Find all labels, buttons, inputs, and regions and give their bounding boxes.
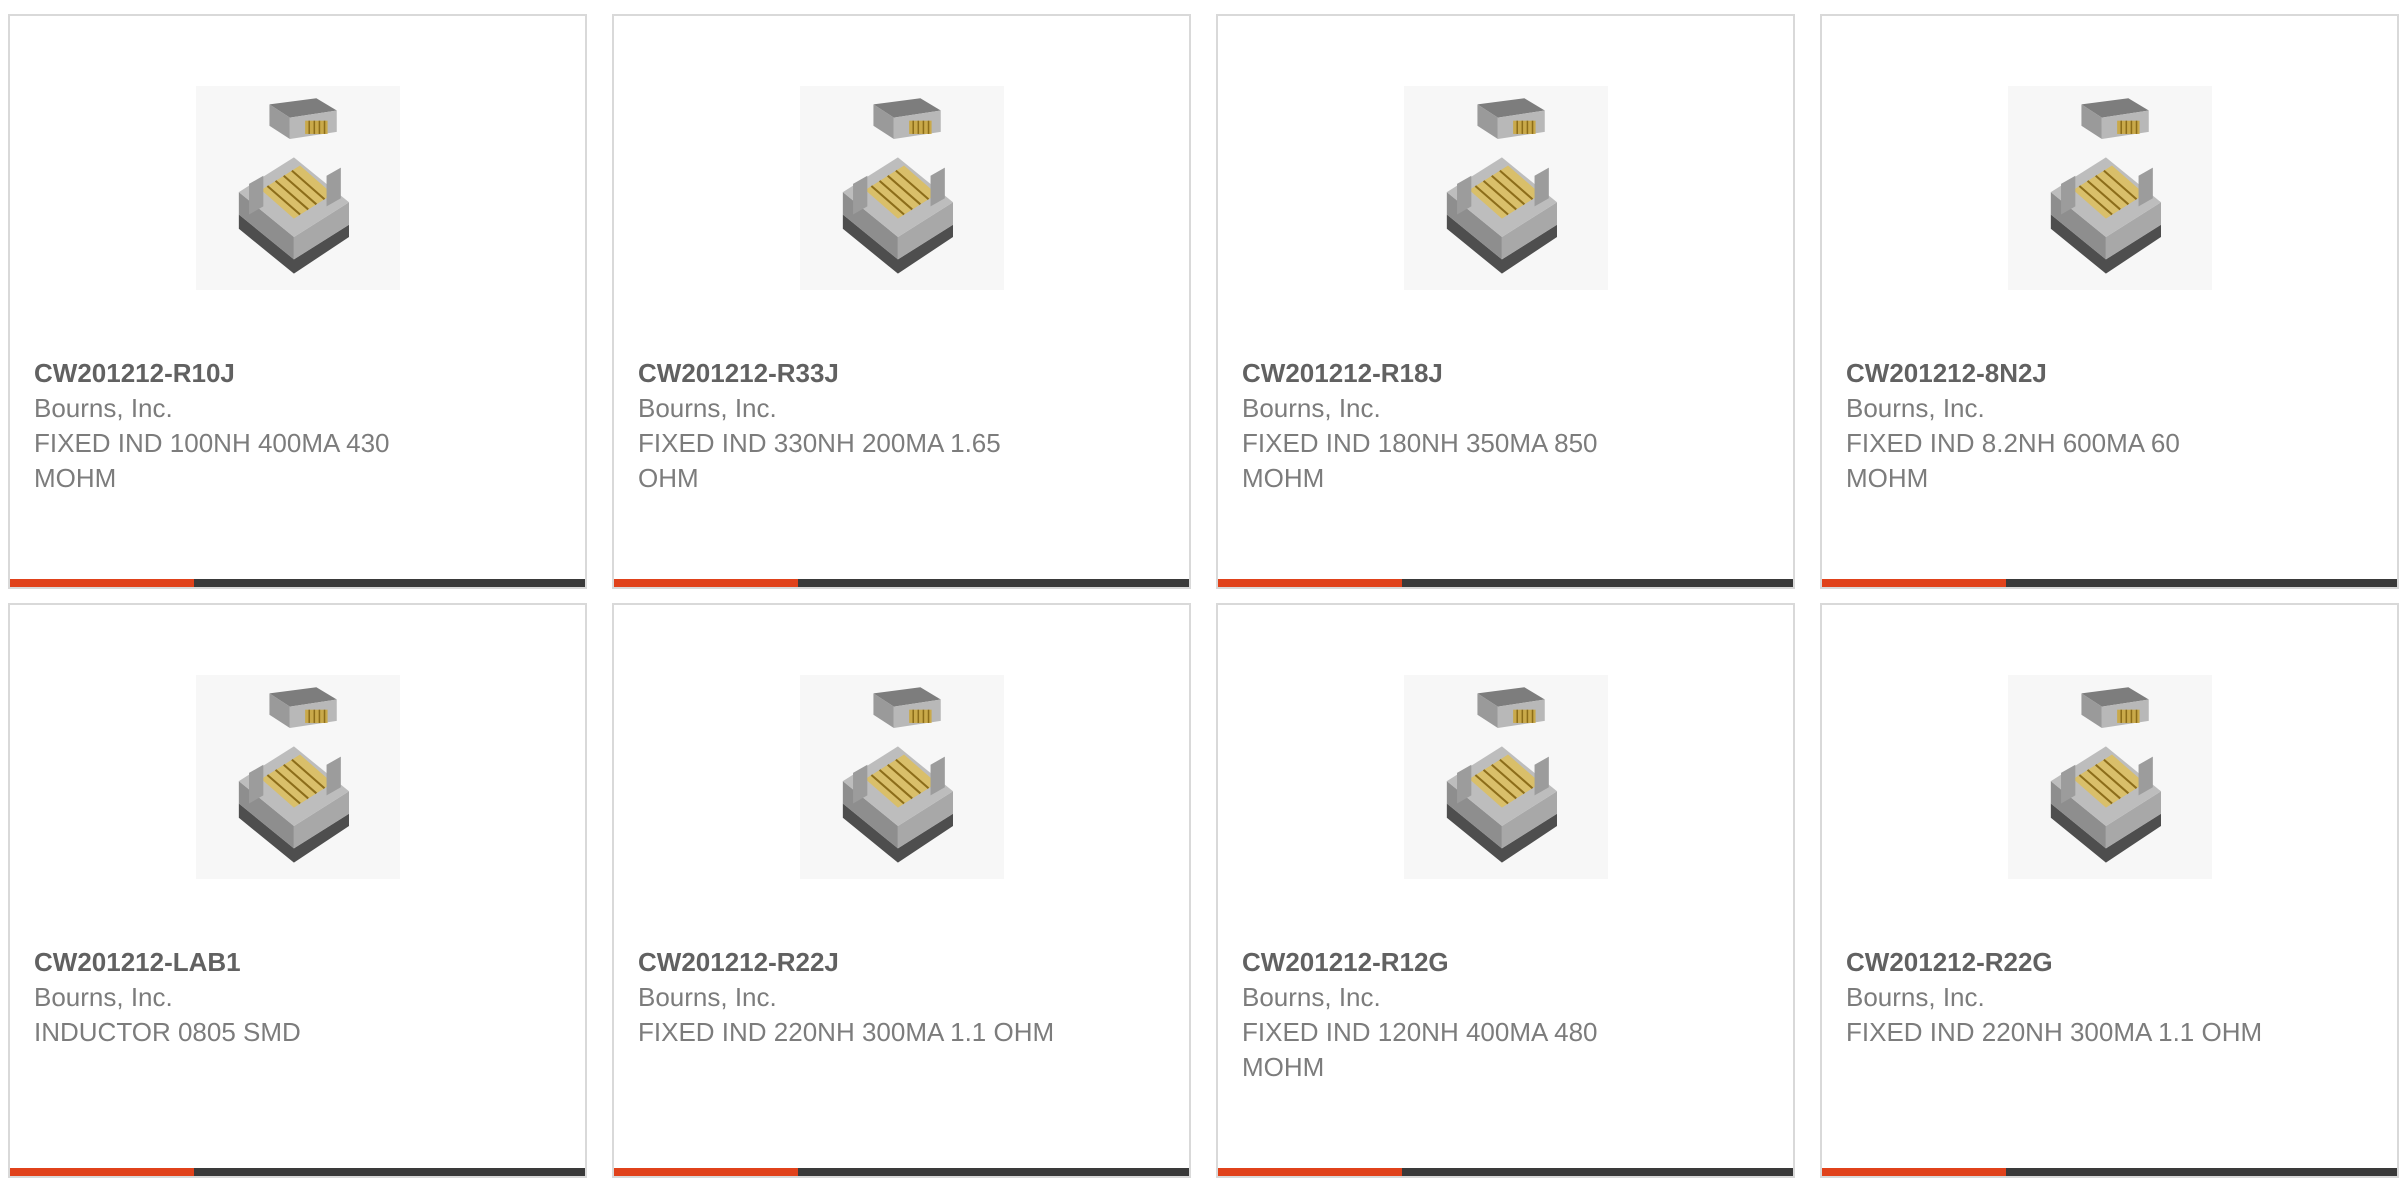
part-number[interactable]: CW201212-R18J (1242, 356, 1662, 391)
product-info: CW201212-LAB1 Bourns, Inc. INDUCTOR 0805… (34, 945, 454, 1050)
manufacturer-name: Bourns, Inc. (1846, 982, 1985, 1012)
card-progress-bar (1218, 579, 1793, 587)
manufacturer-name: Bourns, Inc. (34, 982, 173, 1012)
product-description: FIXED IND 100NH 400MA 430 MOHM (34, 428, 390, 493)
smd-inductor-icon (238, 98, 349, 274)
part-number[interactable]: CW201212-8N2J (1846, 356, 2266, 391)
card-progress-bar (1822, 1168, 2397, 1176)
product-image[interactable] (196, 675, 400, 879)
product-description: FIXED IND 220NH 300MA 1.1 OHM (1846, 1017, 2263, 1047)
product-card[interactable]: CW201212-R10J Bourns, Inc. FIXED IND 100… (8, 14, 587, 589)
product-card[interactable]: CW201212-R12G Bourns, Inc. FIXED IND 120… (1216, 603, 1795, 1178)
part-number[interactable]: CW201212-LAB1 (34, 945, 454, 980)
product-info: CW201212-R22J Bourns, Inc. FIXED IND 220… (638, 945, 1058, 1050)
manufacturer-name: Bourns, Inc. (34, 393, 173, 423)
smd-inductor-icon (1446, 98, 1557, 274)
part-number[interactable]: CW201212-R12G (1242, 945, 1662, 980)
product-card[interactable]: CW201212-LAB1 Bourns, Inc. INDUCTOR 0805… (8, 603, 587, 1178)
manufacturer-name: Bourns, Inc. (1242, 393, 1381, 423)
card-progress-bar (1822, 579, 2397, 587)
product-image[interactable] (2008, 675, 2212, 879)
product-info: CW201212-R22G Bourns, Inc. FIXED IND 220… (1846, 945, 2266, 1050)
manufacturer-name: Bourns, Inc. (1242, 982, 1381, 1012)
part-number[interactable]: CW201212-R22G (1846, 945, 2266, 980)
product-description: FIXED IND 180NH 350MA 850 MOHM (1242, 428, 1598, 493)
product-info: CW201212-8N2J Bourns, Inc. FIXED IND 8.2… (1846, 356, 2266, 496)
smd-inductor-icon (842, 98, 953, 274)
card-progress-fill (614, 579, 798, 587)
product-image[interactable] (196, 86, 400, 290)
card-progress-bar (10, 579, 585, 587)
product-card[interactable]: CW201212-R22J Bourns, Inc. FIXED IND 220… (612, 603, 1191, 1178)
smd-inductor-icon (1446, 687, 1557, 863)
product-description: INDUCTOR 0805 SMD (34, 1017, 301, 1047)
card-progress-fill (1822, 579, 2006, 587)
smd-inductor-icon (2050, 98, 2161, 274)
smd-inductor-icon (2050, 687, 2161, 863)
manufacturer-name: Bourns, Inc. (1846, 393, 1985, 423)
product-info: CW201212-R10J Bourns, Inc. FIXED IND 100… (34, 356, 454, 496)
card-progress-bar (614, 1168, 1189, 1176)
product-card[interactable]: CW201212-R33J Bourns, Inc. FIXED IND 330… (612, 14, 1191, 589)
card-progress-fill (10, 579, 194, 587)
part-number[interactable]: CW201212-R33J (638, 356, 1058, 391)
manufacturer-name: Bourns, Inc. (638, 393, 777, 423)
product-info: CW201212-R12G Bourns, Inc. FIXED IND 120… (1242, 945, 1662, 1085)
product-info: CW201212-R33J Bourns, Inc. FIXED IND 330… (638, 356, 1058, 496)
product-image[interactable] (800, 675, 1004, 879)
product-card[interactable]: CW201212-R22G Bourns, Inc. FIXED IND 220… (1820, 603, 2399, 1178)
card-progress-fill (614, 1168, 798, 1176)
card-progress-bar (614, 579, 1189, 587)
product-grid: CW201212-R10J Bourns, Inc. FIXED IND 100… (8, 14, 2399, 1178)
card-progress-bar (1218, 1168, 1793, 1176)
product-image[interactable] (2008, 86, 2212, 290)
product-description: FIXED IND 220NH 300MA 1.1 OHM (638, 1017, 1055, 1047)
card-progress-fill (1218, 1168, 1402, 1176)
part-number[interactable]: CW201212-R22J (638, 945, 1058, 980)
smd-inductor-icon (238, 687, 349, 863)
part-number[interactable]: CW201212-R10J (34, 356, 454, 391)
card-progress-fill (1822, 1168, 2006, 1176)
product-description: FIXED IND 120NH 400MA 480 MOHM (1242, 1017, 1598, 1082)
product-image[interactable] (800, 86, 1004, 290)
product-description: FIXED IND 330NH 200MA 1.65 OHM (638, 428, 1001, 493)
card-progress-fill (1218, 579, 1402, 587)
product-card[interactable]: CW201212-8N2J Bourns, Inc. FIXED IND 8.2… (1820, 14, 2399, 589)
smd-inductor-icon (842, 687, 953, 863)
product-info: CW201212-R18J Bourns, Inc. FIXED IND 180… (1242, 356, 1662, 496)
manufacturer-name: Bourns, Inc. (638, 982, 777, 1012)
product-image[interactable] (1404, 675, 1608, 879)
card-progress-fill (10, 1168, 194, 1176)
card-progress-bar (10, 1168, 585, 1176)
product-image[interactable] (1404, 86, 1608, 290)
product-description: FIXED IND 8.2NH 600MA 60 MOHM (1846, 428, 2180, 493)
product-card[interactable]: CW201212-R18J Bourns, Inc. FIXED IND 180… (1216, 14, 1795, 589)
